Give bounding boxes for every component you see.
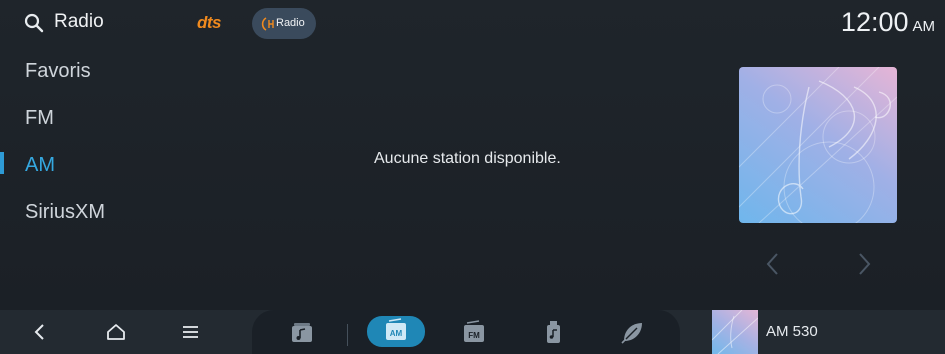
source-selector: AM FM <box>252 310 680 354</box>
clock: 12:00 AM <box>841 7 935 38</box>
mini-music-note-art <box>712 310 758 354</box>
am-icon: AM <box>386 318 406 340</box>
music-note-artwork <box>739 67 897 223</box>
next-arrow-icon[interactable] <box>852 250 876 278</box>
now-playing-art[interactable] <box>712 310 758 354</box>
search-icon[interactable] <box>24 13 44 33</box>
hd-radio-label: Radio <box>276 17 305 29</box>
page-title: Radio <box>54 11 104 32</box>
sidebar-item-siriusxm[interactable]: SiriusXM <box>25 201 105 224</box>
clock-time: 12:00 <box>840 7 909 37</box>
back-icon[interactable] <box>25 318 55 346</box>
am-source-button[interactable]: AM <box>367 316 425 347</box>
bottom-bar: AM FM AM 530 <box>0 310 945 354</box>
album-art <box>739 67 897 223</box>
active-indicator <box>0 152 4 174</box>
now-playing-station[interactable]: AM 530 <box>766 323 818 340</box>
home-icon[interactable] <box>101 318 131 346</box>
am-source-label: AM <box>390 329 403 338</box>
hd-radio-button[interactable]: Radio <box>252 8 316 39</box>
fm-icon[interactable]: FM <box>457 319 491 345</box>
fm-source-label: FM <box>468 331 480 340</box>
usb-music-icon[interactable] <box>536 319 570 345</box>
empty-station-message: Aucune station disponible. <box>374 150 561 167</box>
source-divider <box>347 324 348 346</box>
dts-logo: dts <box>197 13 222 32</box>
menu-icon[interactable] <box>176 318 206 346</box>
previous-arrow-icon[interactable] <box>761 250 785 278</box>
leaf-icon[interactable] <box>615 319 649 345</box>
radio-screen: Radio dts Radio 12:00 AM Favoris FM AM Si… <box>0 0 945 310</box>
media-icon[interactable] <box>284 319 318 345</box>
clock-ampm: AM <box>912 18 936 35</box>
sidebar-item-am[interactable]: AM <box>25 154 55 177</box>
sidebar-item-fm[interactable]: FM <box>25 107 54 130</box>
sidebar-item-favoris[interactable]: Favoris <box>25 60 91 83</box>
